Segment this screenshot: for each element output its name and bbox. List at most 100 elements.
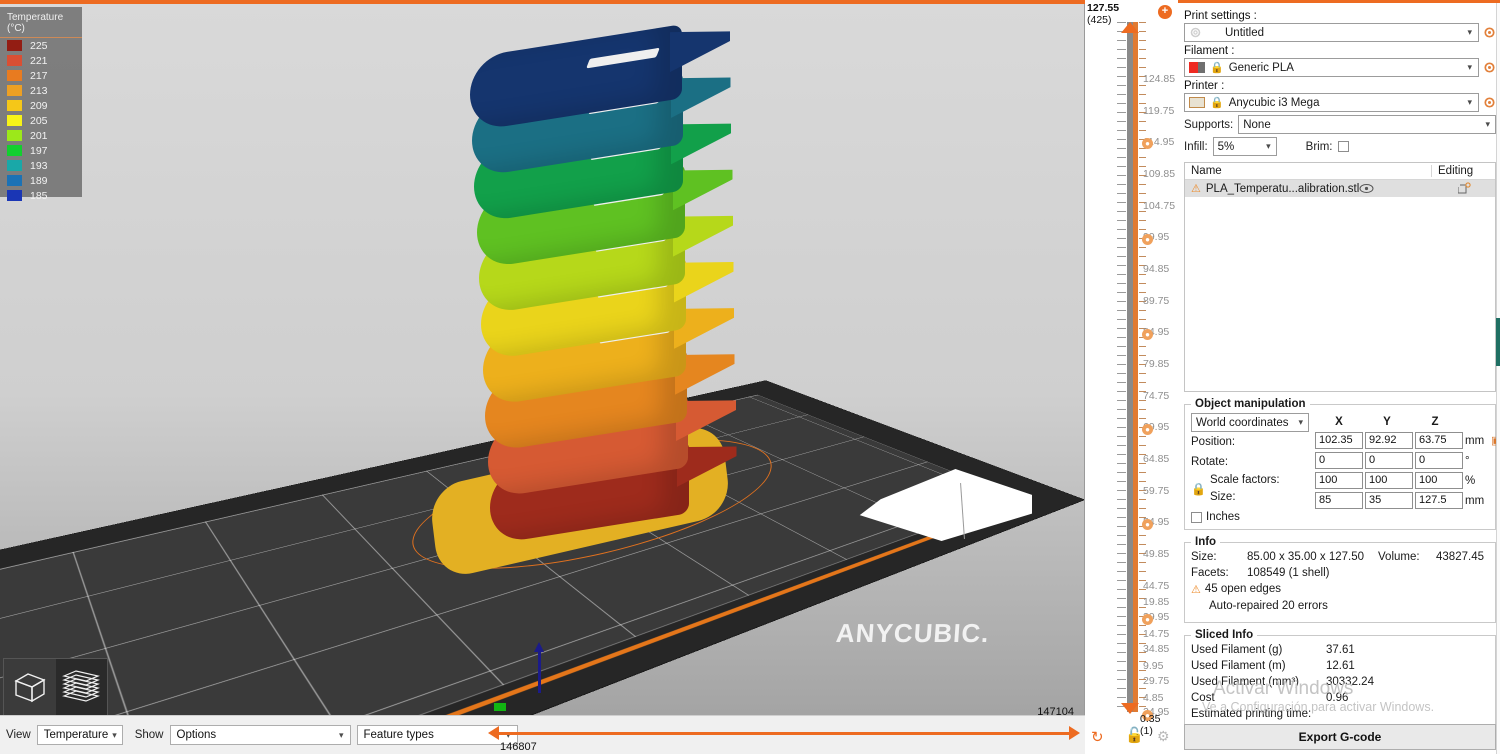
scale-lock-icon[interactable]: 🔒 bbox=[1191, 482, 1206, 496]
show-options-select[interactable]: Options ▾ bbox=[169, 725, 351, 745]
sliced-info-row: Used Filament (m) 12.61 bbox=[1191, 660, 1489, 672]
layer-tick-label: 4.85 bbox=[1143, 692, 1164, 704]
gear-icon[interactable]: ⚙ bbox=[1157, 728, 1170, 745]
temperature-tower-model[interactable] bbox=[470, 41, 730, 545]
layer-tick-label: 59.75 bbox=[1143, 485, 1170, 497]
chevron-down-icon: ▾ bbox=[1298, 417, 1303, 427]
color-change-marker-icon[interactable]: ● bbox=[1142, 614, 1153, 625]
layer-tick-label: 109.85 bbox=[1143, 168, 1176, 180]
view-label: View bbox=[6, 729, 31, 741]
layer-tick-label: 14.75 bbox=[1143, 628, 1170, 640]
brim-checkbox[interactable] bbox=[1337, 141, 1349, 152]
legend-item: 209 bbox=[0, 98, 82, 113]
moves-slider-right-handle[interactable] bbox=[1069, 726, 1080, 740]
legend-item: 197 bbox=[0, 143, 82, 158]
print-settings-select[interactable]: Untitled ▾ bbox=[1184, 23, 1479, 42]
layer-slider-upper-handle[interactable] bbox=[1121, 22, 1139, 33]
right-scrollbar[interactable] bbox=[1496, 0, 1500, 754]
cube-icon[interactable] bbox=[4, 659, 56, 715]
layer-tick-label: 119.75 bbox=[1143, 105, 1175, 117]
supports-select[interactable]: None ▾ bbox=[1238, 115, 1496, 134]
unlock-icon[interactable]: 🔓 bbox=[1125, 726, 1144, 744]
chevron-down-icon: ▾ bbox=[1485, 119, 1490, 129]
color-change-marker-icon[interactable]: ● bbox=[1142, 329, 1153, 340]
export-gcode-button[interactable]: Export G-code bbox=[1184, 724, 1496, 750]
sliced-info-value: 12.61 bbox=[1326, 660, 1355, 672]
size-row: 85 35 127.5 mm bbox=[1315, 492, 1500, 509]
position-z-input[interactable]: 63.75 bbox=[1415, 432, 1463, 449]
legend-color-swatch bbox=[7, 70, 22, 81]
undo-icon[interactable]: ↻ bbox=[1091, 728, 1104, 746]
lock-icon: 🔒 bbox=[1210, 62, 1224, 74]
sliced-info-label: Used Filament (g) bbox=[1191, 644, 1283, 656]
position-unit: mm bbox=[1465, 434, 1485, 447]
info-volume-value: 43827.45 bbox=[1436, 551, 1484, 563]
inches-checkbox[interactable] bbox=[1191, 511, 1202, 523]
legend-value: 213 bbox=[30, 84, 48, 97]
scale-y-input[interactable]: 100 bbox=[1365, 472, 1413, 489]
rotate-z-input[interactable]: 0 bbox=[1415, 452, 1463, 469]
moves-slider[interactable]: 147104 146807 bbox=[488, 706, 1080, 753]
filament-color-swatch bbox=[1189, 62, 1205, 73]
print-settings-value: Untitled bbox=[1225, 26, 1264, 39]
position-x-input[interactable]: 102.35 bbox=[1315, 432, 1363, 449]
coordinates-value: World coordinates bbox=[1196, 416, 1289, 429]
view-mode-toggle[interactable] bbox=[3, 658, 108, 715]
info-warning-line2: Auto-repaired 20 errors bbox=[1209, 600, 1328, 612]
scale-z-input[interactable]: 100 bbox=[1415, 472, 1463, 489]
warning-icon: ⚠ bbox=[1191, 183, 1201, 195]
size-x-input[interactable]: 85 bbox=[1315, 492, 1363, 509]
scale-x-input[interactable]: 100 bbox=[1315, 472, 1363, 489]
color-change-marker-icon[interactable]: ● bbox=[1142, 234, 1153, 245]
size-y-input[interactable]: 35 bbox=[1365, 492, 1413, 509]
infill-select[interactable]: 5% ▾ bbox=[1212, 137, 1277, 156]
rotate-y-input[interactable]: 0 bbox=[1365, 452, 1413, 469]
model-band-slot bbox=[586, 47, 660, 69]
legend-item: 225 bbox=[0, 38, 82, 53]
layer-slider-bottom-value: 0.35 bbox=[1140, 713, 1161, 725]
coordinates-select[interactable]: World coordinates ▾ bbox=[1191, 413, 1309, 432]
axis-headers: X Y Z bbox=[1315, 413, 1500, 432]
legend-item: 201 bbox=[0, 128, 82, 143]
layer-tick-label: 124.85 bbox=[1143, 73, 1176, 85]
windows-activation-title: Activar Windows bbox=[1213, 678, 1354, 699]
printer-gear-icon[interactable] bbox=[1483, 96, 1496, 109]
sliced-info-row: Used Filament (g) 37.61 bbox=[1191, 644, 1489, 656]
legend-item: 193 bbox=[0, 158, 82, 173]
temperature-legend: Temperature (°C) 225 221 217 213 209 205 201 19… bbox=[0, 7, 82, 202]
layers-icon[interactable] bbox=[55, 659, 107, 715]
object-row-editing-cell[interactable] bbox=[1434, 182, 1495, 195]
info-size-value: 85.00 x 35.00 x 127.50 bbox=[1247, 551, 1365, 563]
object-list[interactable]: Name Editing ⚠ PLA_Temperatu...alibratio… bbox=[1184, 162, 1496, 392]
layer-slider-lower-handle[interactable] bbox=[1121, 703, 1139, 714]
color-change-marker-icon[interactable]: ● bbox=[1142, 424, 1153, 435]
table-row[interactable]: ⚠ PLA_Temperatu...alibration.stl bbox=[1185, 180, 1495, 197]
object-manipulation-grid: World coordinates ▾ Position: Rotate: 🔒 … bbox=[1191, 413, 1500, 523]
size-z-input[interactable]: 127.5 bbox=[1415, 492, 1463, 509]
3d-viewport[interactable]: ANYCUBIC. Temperature (°C) 225 221 217 213 2… bbox=[0, 3, 1085, 715]
view-select[interactable]: Temperature ▾ bbox=[36, 725, 123, 745]
slicer-app: ANYCUBIC. Temperature (°C) 225 221 217 213 2… bbox=[0, 0, 1500, 754]
legend-item: 213 bbox=[0, 83, 82, 98]
layer-tick-label: 49.85 bbox=[1143, 548, 1170, 560]
color-change-marker-icon[interactable]: ● bbox=[1142, 138, 1153, 149]
right-scrollbar-thumb[interactable] bbox=[1496, 318, 1500, 366]
layer-slider-column[interactable]: 127.55 (425) + 124.85 119.75 114.95 109.85 1… bbox=[1085, 0, 1178, 754]
filament-select[interactable]: 🔒 Generic PLA ▾ bbox=[1184, 58, 1479, 77]
object-row-visibility-cell[interactable] bbox=[1359, 183, 1434, 194]
moves-slider-track[interactable] bbox=[498, 732, 1070, 735]
layer-slider-top-layer: (425) bbox=[1087, 14, 1112, 26]
rotate-x-input[interactable]: 0 bbox=[1315, 452, 1363, 469]
color-change-marker-icon[interactable]: ● bbox=[1142, 519, 1153, 530]
info-size-row: Size: 85.00 x 35.00 x 127.50 Volume: 438… bbox=[1191, 551, 1489, 563]
add-color-change-icon[interactable]: + bbox=[1158, 5, 1172, 19]
legend-color-swatch bbox=[7, 130, 22, 141]
info-warning-row: ⚠ 45 open edges bbox=[1191, 583, 1489, 596]
print-settings-gear-icon[interactable] bbox=[1483, 26, 1496, 39]
filament-value: Generic PLA bbox=[1228, 61, 1294, 74]
printer-select[interactable]: 🔒 Anycubic i3 Mega ▾ bbox=[1184, 93, 1479, 112]
position-y-input[interactable]: 92.92 bbox=[1365, 432, 1413, 449]
filament-gear-icon[interactable] bbox=[1483, 61, 1496, 74]
printer-icon bbox=[1189, 97, 1205, 108]
legend-color-swatch bbox=[7, 55, 22, 66]
